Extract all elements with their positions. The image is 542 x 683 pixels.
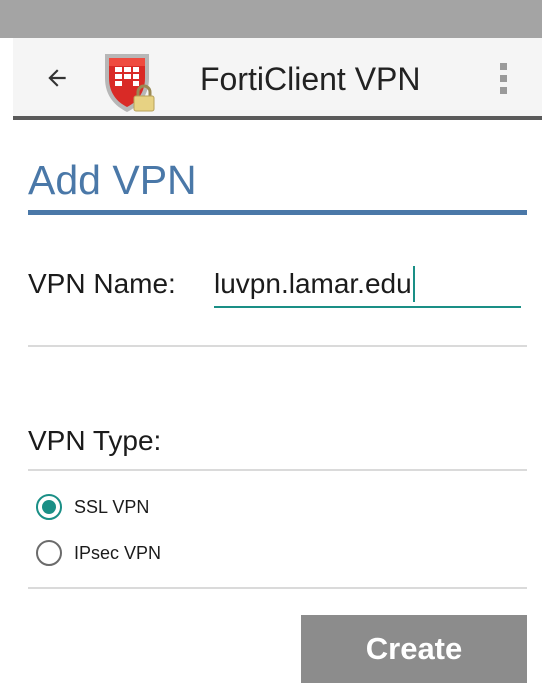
vpn-name-value: luvpn.lamar.edu	[214, 268, 412, 299]
page-title: Add VPN	[28, 157, 197, 203]
radio-ssl-vpn[interactable]: SSL VPN	[36, 492, 149, 522]
vpn-type-label: VPN Type:	[28, 425, 162, 456]
radio-unchecked-icon	[36, 540, 62, 566]
text-caret	[412, 266, 415, 302]
radio-ipsec-vpn[interactable]: IPsec VPN	[36, 538, 161, 568]
title-underline	[28, 210, 527, 215]
radio-label: SSL VPN	[74, 496, 150, 517]
create-button-label: Create	[365, 631, 463, 666]
arrow-left-icon	[48, 69, 66, 87]
divider	[28, 587, 527, 589]
forticlient-shield-lock-icon	[105, 54, 155, 112]
vpn-name-label: VPN Name:	[28, 268, 176, 299]
create-button[interactable]: Create	[301, 615, 527, 683]
app-bar: FortiClient VPN	[13, 38, 542, 120]
app-title: FortiClient VPN	[200, 61, 421, 97]
divider	[28, 469, 527, 471]
divider	[28, 345, 527, 347]
overflow-menu-icon	[499, 62, 507, 70]
overflow-menu-button[interactable]	[495, 60, 511, 96]
back-button[interactable]	[39, 60, 75, 96]
radio-checked-icon	[36, 494, 62, 520]
vpn-name-input[interactable]: luvpn.lamar.edu	[214, 262, 521, 308]
radio-label: IPsec VPN	[74, 542, 162, 563]
status-bar	[0, 0, 542, 38]
